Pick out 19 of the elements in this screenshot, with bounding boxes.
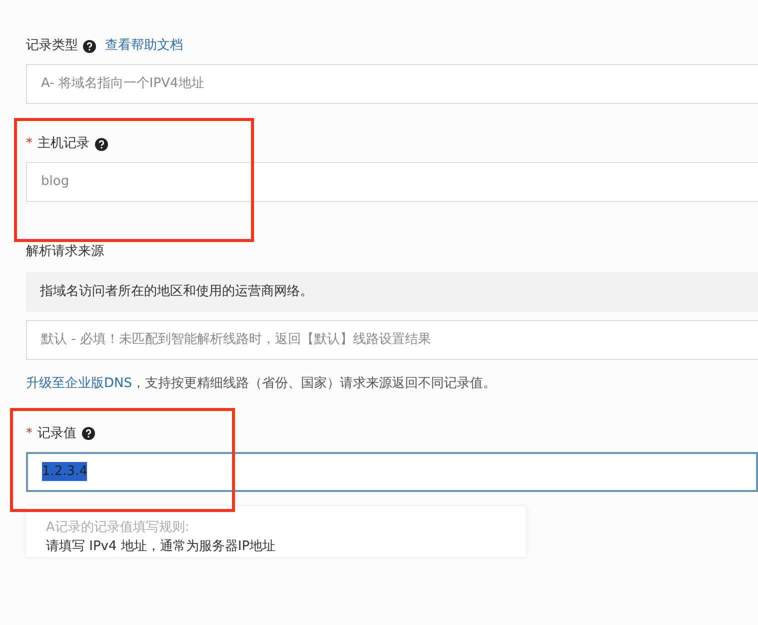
select-field[interactable]: 默认 - 必填！未匹配到智能解析线路时，返回【默认】线路设置结果 bbox=[26, 320, 758, 360]
required-mark: * bbox=[26, 135, 32, 154]
input-field[interactable]: blog bbox=[26, 162, 758, 202]
upgrade-note: 升级至企业版DNS，支持按更精细线路（省份、国家）请求来源返回不同记录值。 bbox=[26, 375, 497, 393]
help-docs-link[interactable]: 查看帮助文档 bbox=[105, 36, 183, 56]
help-icon[interactable] bbox=[94, 138, 108, 150]
field-label: 记录值 bbox=[38, 424, 76, 443]
help-icon[interactable] bbox=[83, 40, 96, 52]
field-label: 解析请求来源 bbox=[26, 243, 104, 262]
hint-title: A记录的记录值填写规则: bbox=[46, 518, 190, 536]
field-label: 主机记录 bbox=[38, 135, 90, 154]
select-field[interactable]: A- 将域名指向一个IPV4地址 bbox=[26, 64, 758, 104]
required-mark: * bbox=[26, 424, 32, 443]
field-label: 记录类型 bbox=[26, 37, 78, 56]
input-field[interactable]: 1.2.3.4 bbox=[26, 452, 758, 492]
hint-text: 请填写 IPv4 地址，通常为服务器IP地址 bbox=[46, 538, 277, 556]
help-icon[interactable] bbox=[82, 427, 94, 440]
upgrade-link[interactable]: 升级至企业版DNS bbox=[26, 376, 132, 391]
info-note: 指域名访问者所在的地区和使用的运营商网络。 bbox=[26, 272, 758, 312]
